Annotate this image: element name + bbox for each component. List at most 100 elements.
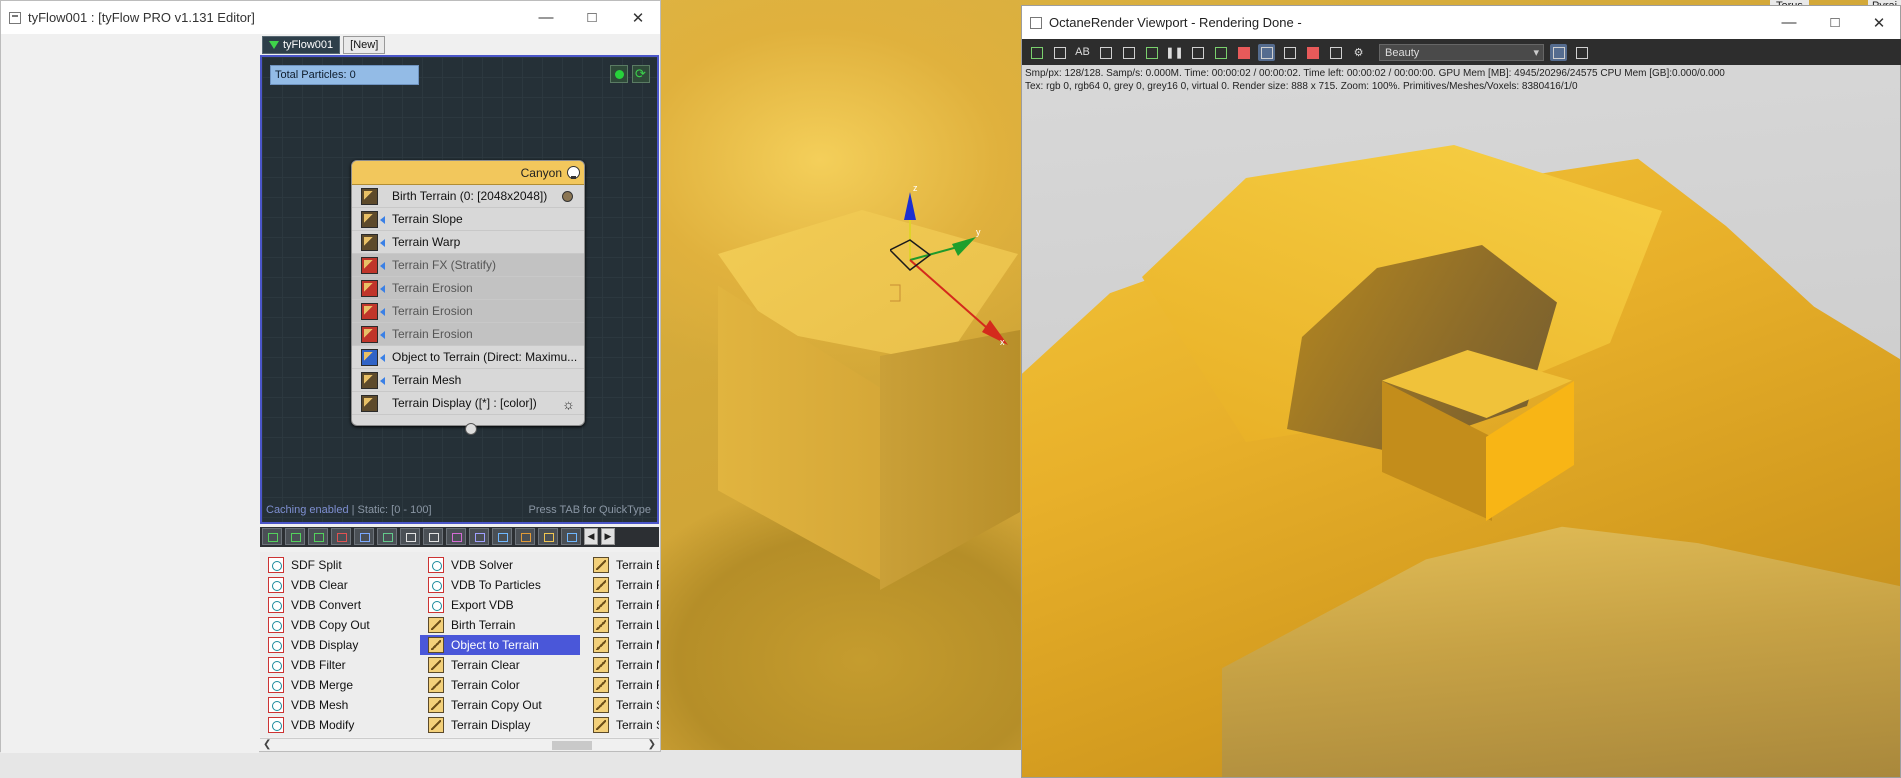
refresh-icon[interactable] [1189, 44, 1206, 61]
film-region-icon[interactable] [1281, 44, 1298, 61]
scroll-left-icon[interactable]: ❮ [263, 739, 271, 750]
category-physx-icon[interactable] [308, 528, 328, 545]
list-item[interactable]: VDB Merge [260, 675, 420, 695]
list-item[interactable]: VDB Copy Out [260, 615, 420, 635]
list-item[interactable]: VDB Clear [260, 575, 420, 595]
category-fluid-icon[interactable] [492, 528, 512, 545]
gizmo-x-axis[interactable] [909, 259, 996, 336]
settings-gear-icon[interactable]: ⚙ [1350, 44, 1367, 61]
send-scene-icon[interactable] [1028, 44, 1045, 61]
operator-terrain-warp[interactable]: Terrain Warp [352, 231, 584, 254]
octane-render-canvas[interactable]: Smp/px: 128/128. Samp/s: 0.000M. Time: 0… [1022, 65, 1900, 777]
viewport-mode-icon[interactable] [1258, 43, 1275, 61]
sun-icon[interactable]: ☼ [562, 396, 575, 412]
category-mesh-icon[interactable] [469, 528, 489, 545]
list-item[interactable]: Export VDB [420, 595, 585, 615]
node-output-knob[interactable] [465, 423, 477, 435]
node-header[interactable]: Canyon [352, 161, 584, 185]
restart-render-icon[interactable] [1143, 44, 1160, 61]
scroll-right-icon[interactable]: ❯ [648, 739, 656, 750]
histogram-icon[interactable] [1212, 44, 1229, 61]
clay-mode-icon[interactable] [1235, 44, 1252, 61]
panel-toggle-icon[interactable] [1550, 43, 1567, 61]
operator-birth-terrain[interactable]: Birth Terrain (0: [2048x2048]) [352, 185, 584, 208]
cache-status-button[interactable] [610, 65, 628, 83]
list-item[interactable]: VDB Convert [260, 595, 420, 615]
list-item[interactable]: VDB Display [260, 635, 420, 655]
scroll-right-arrow-icon[interactable]: ▶ [601, 528, 615, 545]
lock-icon[interactable] [1120, 44, 1137, 61]
flow-graph-canvas[interactable]: Total Particles: 0 ⟳ Canyon Birth Terrai… [260, 55, 659, 524]
list-item[interactable]: VDB Modify [260, 715, 420, 735]
operator-terrain-erosion[interactable]: Terrain Erosion [352, 277, 584, 300]
list-item-selected[interactable]: Object to Terrain [420, 635, 580, 655]
fit-view-icon[interactable] [1573, 44, 1590, 61]
texture-icon[interactable] [1327, 44, 1344, 61]
tab-new[interactable]: [New] [343, 36, 386, 54]
gizmo-z-arrow[interactable] [904, 192, 916, 220]
list-item[interactable]: Terrain E [585, 555, 659, 575]
category-terrain-icon[interactable] [538, 528, 558, 545]
pause-icon[interactable]: ❚❚ [1165, 44, 1183, 61]
operator-terrain-erosion[interactable]: Terrain Erosion [352, 323, 584, 346]
category-shape-icon[interactable] [354, 528, 374, 545]
list-item[interactable]: Terrain L [585, 615, 659, 635]
ab-compare-icon[interactable]: AB [1074, 44, 1091, 61]
render-pass-select[interactable]: Beauty [1379, 43, 1544, 61]
list-item[interactable]: VDB Filter [260, 655, 420, 675]
tyflow-editor-window[interactable]: tyFlow001 : [tyFlow PRO v1.131 Editor] —… [0, 0, 661, 753]
operator-terrain-slope[interactable]: Terrain Slope [352, 208, 584, 231]
list-item[interactable]: SDF Split [260, 555, 420, 575]
list-item[interactable]: Terrain S [585, 695, 659, 715]
octane-viewport-window[interactable]: OctaneRender Viewport - Rendering Done -… [1021, 5, 1901, 778]
list-item[interactable]: Terrain F [585, 675, 659, 695]
category-wire-icon[interactable] [400, 528, 420, 545]
category-grid-icon[interactable] [423, 528, 443, 545]
list-item[interactable]: Terrain F [585, 595, 659, 615]
category-cloth-icon[interactable] [377, 528, 397, 545]
list-item[interactable]: Terrain M [585, 635, 659, 655]
scrollbar-thumb[interactable] [552, 741, 592, 750]
close-icon[interactable]: ✕ [1856, 6, 1901, 39]
operator-terrain-fx[interactable]: Terrain FX (Stratify) [352, 254, 584, 277]
list-item[interactable]: Terrain Color [420, 675, 585, 695]
list-item[interactable]: Birth Terrain [420, 615, 585, 635]
octane-titlebar[interactable]: OctaneRender Viewport - Rendering Done -… [1022, 6, 1900, 39]
refresh-button[interactable]: ⟳ [632, 65, 650, 83]
list-item[interactable]: VDB To Particles [420, 575, 585, 595]
category-material-icon[interactable] [446, 528, 466, 545]
close-icon[interactable]: ✕ [615, 1, 661, 34]
birth-output-dot-icon[interactable] [562, 191, 573, 202]
event-node-canyon[interactable]: Canyon Birth Terrain (0: [2048x2048]) Te… [351, 160, 585, 426]
category-location-icon[interactable] [285, 528, 305, 545]
lightbulb-icon[interactable] [567, 166, 580, 179]
category-vdb-icon[interactable] [515, 528, 535, 545]
minimize-icon[interactable]: — [523, 1, 569, 34]
list-item[interactable]: Terrain Clear [420, 655, 585, 675]
operator-terrain-mesh[interactable]: Terrain Mesh [352, 369, 584, 392]
minimize-icon[interactable]: — [1766, 6, 1812, 39]
list-item[interactable]: Terrain Display [420, 715, 585, 735]
tyflow-titlebar[interactable]: tyFlow001 : [tyFlow PRO v1.131 Editor] —… [1, 1, 660, 34]
bake-icon[interactable] [1304, 44, 1321, 61]
operator-object-to-terrain[interactable]: Object to Terrain (Direct: Maximu... [352, 346, 584, 369]
gizmo-y-arrow[interactable] [952, 237, 976, 256]
list-item[interactable]: VDB Mesh [260, 695, 420, 715]
operator-terrain-erosion[interactable]: Terrain Erosion [352, 300, 584, 323]
scroll-left-arrow-icon[interactable]: ◀ [584, 528, 598, 545]
list-item[interactable]: Terrain N [585, 655, 659, 675]
category-birth-icon[interactable] [262, 528, 282, 545]
region-render-icon[interactable] [1097, 44, 1114, 61]
operator-list-scrollbar[interactable]: ❮ ❯ [260, 738, 659, 751]
category-delete-icon[interactable] [331, 528, 351, 545]
operator-terrain-display[interactable]: Terrain Display ([*] : [color]) ☼ [352, 392, 584, 415]
transform-gizmo[interactable]: z y x [890, 180, 1020, 360]
list-item[interactable]: VDB Solver [420, 555, 585, 575]
category-export-icon[interactable] [561, 528, 581, 545]
list-item[interactable]: Terrain F [585, 575, 659, 595]
tab-tyflow001[interactable]: tyFlow001 [262, 36, 341, 54]
maximize-icon[interactable]: □ [569, 1, 615, 34]
list-item[interactable]: Terrain S [585, 715, 659, 735]
save-image-icon[interactable] [1051, 44, 1068, 61]
maximize-icon[interactable]: □ [1812, 6, 1858, 39]
